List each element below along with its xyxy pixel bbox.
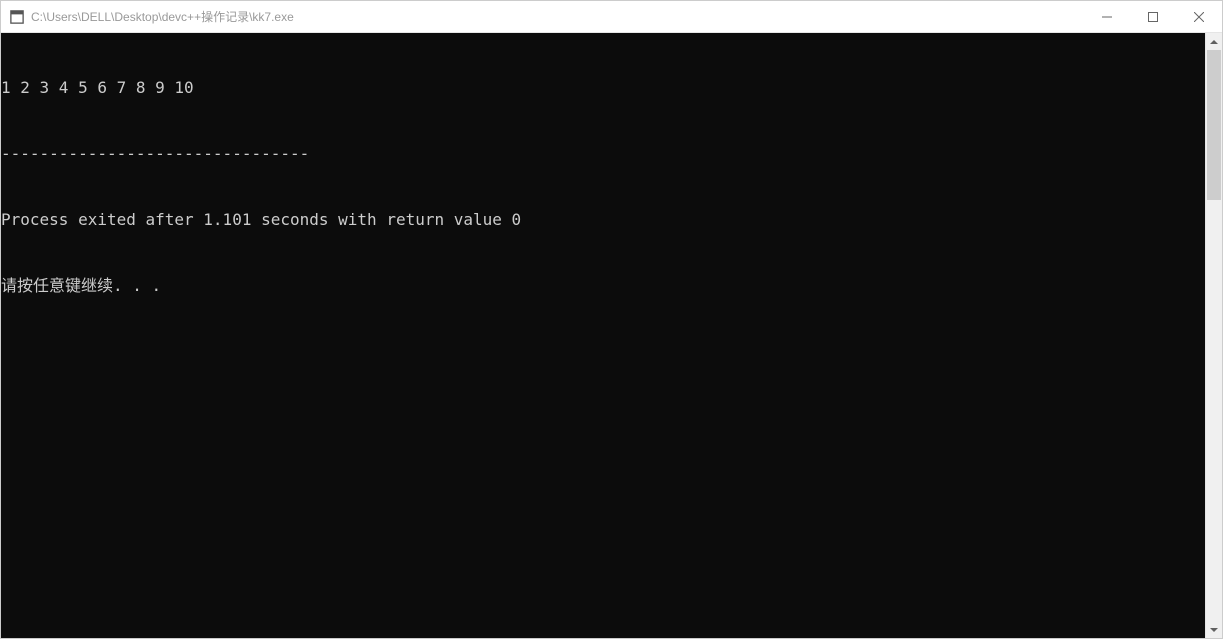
window-title: C:\Users\DELL\Desktop\devc++操作记录\kk7.exe	[31, 8, 1084, 25]
close-button[interactable]	[1176, 1, 1222, 32]
window-titlebar[interactable]: C:\Users\DELL\Desktop\devc++操作记录\kk7.exe	[1, 1, 1222, 33]
console-output[interactable]: 1 2 3 4 5 6 7 8 9 10 -------------------…	[1, 33, 1205, 638]
window-controls	[1084, 1, 1222, 32]
console-container: 1 2 3 4 5 6 7 8 9 10 -------------------…	[1, 33, 1222, 638]
console-line: Process exited after 1.101 seconds with …	[1, 209, 1205, 231]
app-icon	[9, 9, 25, 25]
scroll-thumb[interactable]	[1207, 50, 1221, 200]
vertical-scrollbar[interactable]	[1205, 33, 1222, 638]
console-line: 请按任意键继续. . .	[1, 275, 1205, 297]
maximize-button[interactable]	[1130, 1, 1176, 32]
console-line: --------------------------------	[1, 143, 1205, 165]
minimize-button[interactable]	[1084, 1, 1130, 32]
scroll-up-arrow[interactable]	[1206, 33, 1222, 50]
scroll-down-arrow[interactable]	[1206, 621, 1222, 638]
scroll-track[interactable]	[1206, 50, 1222, 621]
console-line: 1 2 3 4 5 6 7 8 9 10	[1, 77, 1205, 99]
